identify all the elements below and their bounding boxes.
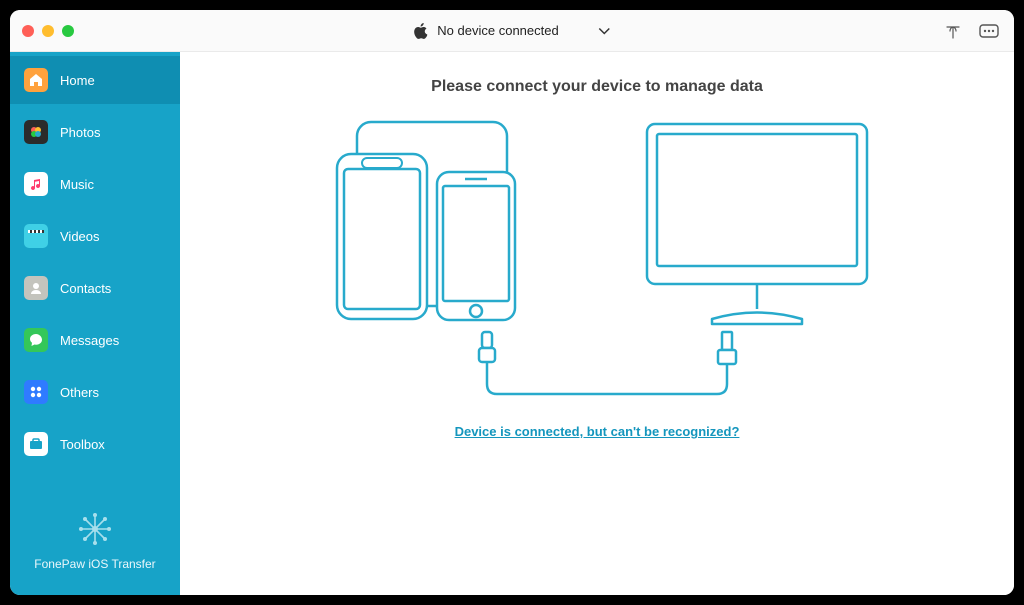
body: Home Photos Music xyxy=(10,52,1014,595)
main-content: Please connect your device to manage dat… xyxy=(180,52,1014,595)
window-maximize-button[interactable] xyxy=(62,25,74,37)
device-selector[interactable]: No device connected xyxy=(403,19,620,43)
connect-illustration xyxy=(317,114,877,414)
sidebar-item-home[interactable]: Home xyxy=(10,56,180,104)
messages-icon xyxy=(24,328,48,352)
device-status-label: No device connected xyxy=(437,23,558,38)
window-controls xyxy=(22,25,74,37)
sidebar-item-toolbox[interactable]: Toolbox xyxy=(10,420,180,468)
contacts-icon xyxy=(24,276,48,300)
window-minimize-button[interactable] xyxy=(42,25,54,37)
chevron-down-icon xyxy=(599,27,611,35)
others-icon xyxy=(24,380,48,404)
sidebar-item-photos[interactable]: Photos xyxy=(10,108,180,156)
toolbox-icon xyxy=(24,432,48,456)
connect-headline: Please connect your device to manage dat… xyxy=(431,78,763,96)
sidebar-item-contacts[interactable]: Contacts xyxy=(10,264,180,312)
sidebar-item-label: Others xyxy=(60,385,99,400)
app-name-label: FonePaw iOS Transfer xyxy=(16,557,174,571)
sidebar-item-label: Toolbox xyxy=(60,437,105,452)
sidebar-item-label: Photos xyxy=(60,125,100,140)
feedback-button[interactable] xyxy=(978,20,1000,42)
sidebar-item-others[interactable]: Others xyxy=(10,368,180,416)
photos-icon xyxy=(24,120,48,144)
sidebar: Home Photos Music xyxy=(10,52,180,595)
sidebar-item-messages[interactable]: Messages xyxy=(10,316,180,364)
sidebar-item-videos[interactable]: Videos xyxy=(10,212,180,260)
sidebar-item-label: Messages xyxy=(60,333,119,348)
titlebar-actions xyxy=(942,10,1000,51)
apple-icon xyxy=(413,23,427,39)
window-close-button[interactable] xyxy=(22,25,34,37)
app-logo-icon xyxy=(75,509,115,549)
device-not-recognized-link[interactable]: Device is connected, but can't be recogn… xyxy=(455,424,740,439)
music-icon xyxy=(24,172,48,196)
app-window: No device connected xyxy=(10,10,1014,595)
sidebar-footer: FonePaw iOS Transfer xyxy=(10,491,180,595)
videos-icon xyxy=(24,224,48,248)
home-icon xyxy=(24,68,48,92)
sidebar-item-label: Videos xyxy=(60,229,100,244)
sidebar-item-label: Contacts xyxy=(60,281,111,296)
titlebar: No device connected xyxy=(10,10,1014,52)
share-button[interactable] xyxy=(942,20,964,42)
sidebar-item-music[interactable]: Music xyxy=(10,160,180,208)
sidebar-item-label: Music xyxy=(60,177,94,192)
sidebar-item-label: Home xyxy=(60,73,95,88)
